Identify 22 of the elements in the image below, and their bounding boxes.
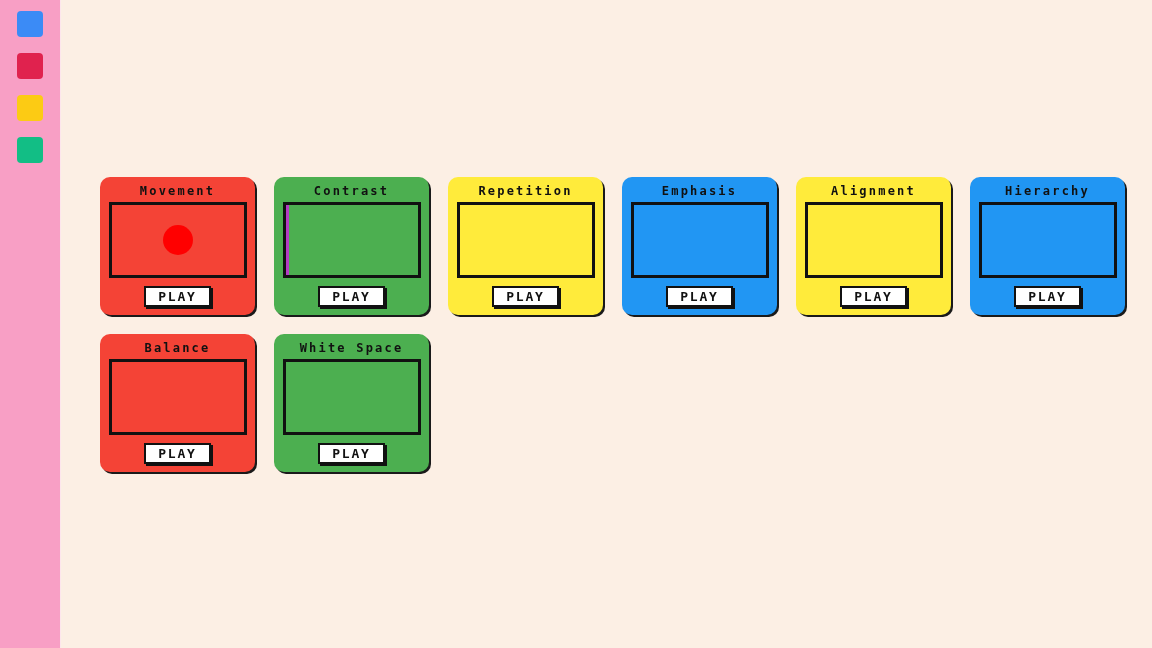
- play-button[interactable]: PLAY: [318, 443, 385, 464]
- color-swatch-icon[interactable]: [17, 137, 43, 163]
- card-title: Balance: [144, 340, 211, 357]
- card-title: Emphasis: [661, 183, 738, 200]
- circle-shape: [162, 225, 193, 255]
- play-button[interactable]: PLAY: [144, 443, 211, 464]
- play-button[interactable]: PLAY: [840, 286, 907, 307]
- card-title: Repetition: [478, 183, 573, 200]
- color-swatch-icon[interactable]: [17, 95, 43, 121]
- color-swatch-icon[interactable]: [17, 11, 43, 37]
- play-button[interactable]: PLAY: [666, 286, 733, 307]
- play-button[interactable]: PLAY: [144, 286, 211, 307]
- color-swatch-icon[interactable]: [17, 53, 43, 79]
- card-title: Alignment: [831, 183, 916, 200]
- card-title: Movement: [139, 183, 216, 200]
- card-title: White Space: [299, 340, 404, 357]
- card-title: Hierarchy: [1005, 183, 1090, 200]
- stripe-shape: [285, 205, 289, 275]
- card-title: Contrast: [313, 183, 390, 200]
- play-button[interactable]: PLAY: [492, 286, 559, 307]
- play-button[interactable]: PLAY: [1014, 286, 1081, 307]
- play-button[interactable]: PLAY: [318, 286, 385, 307]
